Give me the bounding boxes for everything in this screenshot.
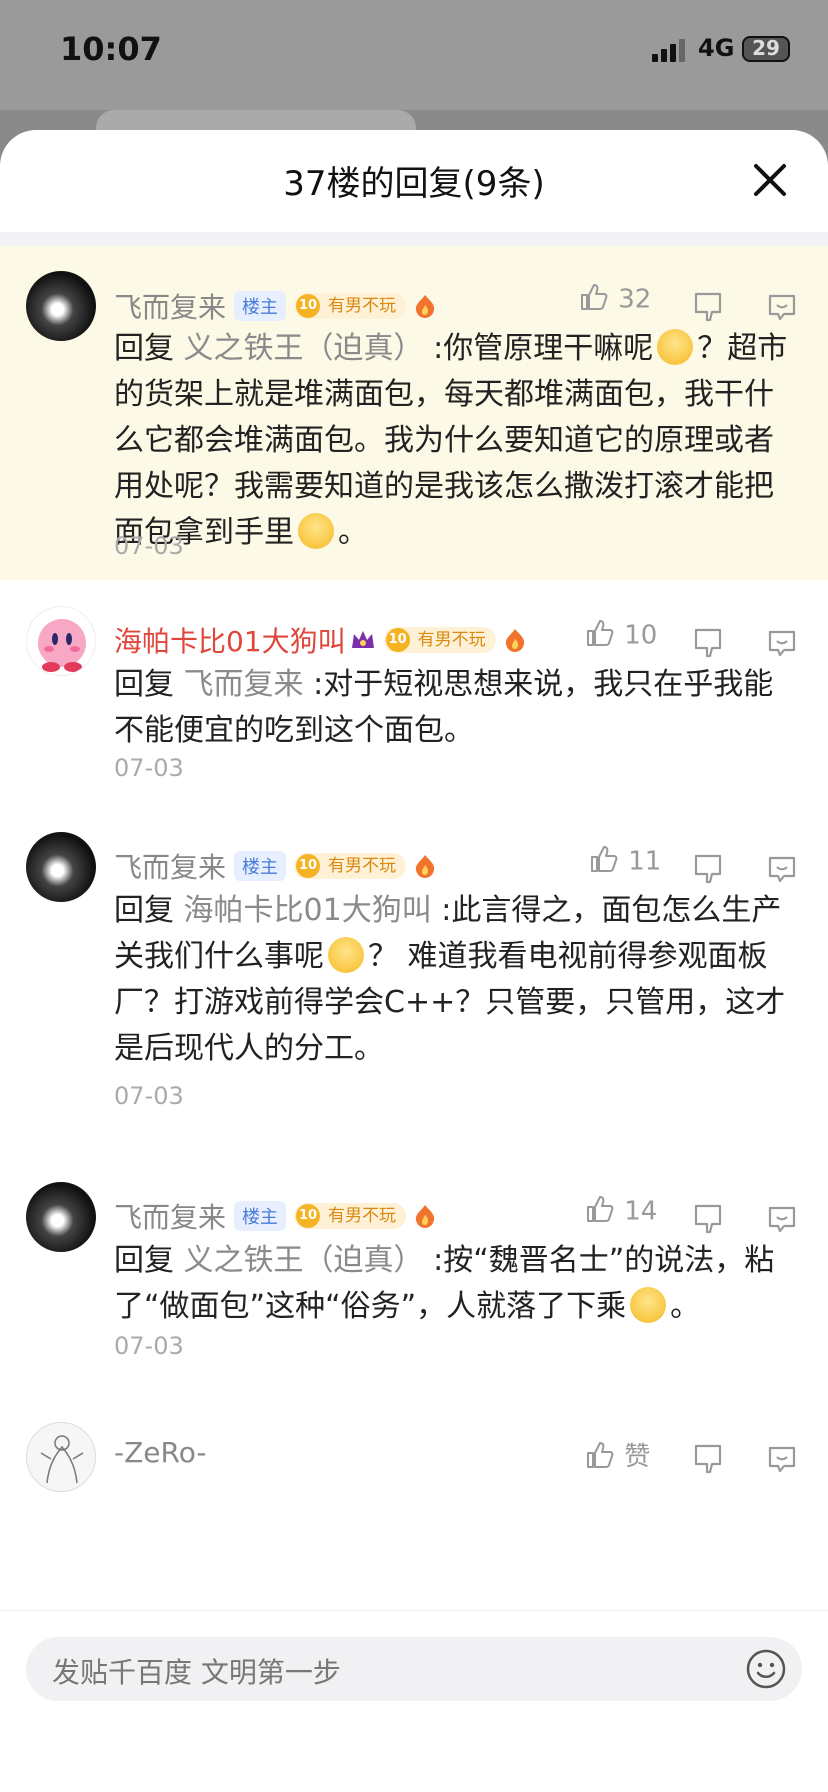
avatar[interactable] — [26, 1182, 96, 1252]
thumbs-up-icon — [587, 620, 614, 646]
avatar[interactable] — [26, 832, 96, 902]
replies-sheet: 37楼的回复(9条) 飞而复来 楼主 10 有男不玩 32 回复 义之铁王（迫真） :… — [0, 130, 828, 1792]
level-title: 有男不玩 — [328, 856, 397, 876]
username[interactable]: 飞而复来 楼主 10 有男不玩 — [114, 286, 438, 326]
sheet-title: 37楼的回复(9条) — [283, 164, 545, 204]
thumbs-up-icon — [591, 846, 618, 872]
signal-icon — [652, 39, 685, 62]
level-title: 有男不玩 — [417, 630, 486, 650]
avatar[interactable] — [26, 606, 96, 676]
battery-level: 29 — [752, 36, 780, 60]
like-button[interactable]: 10 — [584, 620, 657, 652]
comment-item: 海帕卡比01大狗叫 10 有男不玩 10 回复 飞而复来 :对于短视思想来说，我只在… — [0, 590, 828, 810]
smile-emoji-icon — [298, 512, 334, 549]
comment-date: 07-03 — [114, 1332, 184, 1360]
close-icon[interactable] — [748, 158, 792, 202]
reply-input-bar: 发贴千百度 文明第一步 — [0, 1610, 828, 1792]
comment-item: 飞而复来 楼主 10 有男不玩 14 回复 义之铁王（迫真） :按“魏晋名士”的说法，… — [0, 1170, 828, 1400]
comment-icon[interactable] — [766, 1202, 798, 1234]
reply-target[interactable]: 海帕卡比01大狗叫 — [184, 893, 432, 928]
level-badge: 10 有男不玩 — [383, 627, 496, 653]
level-number: 10 — [296, 294, 321, 318]
status-time: 10:07 — [60, 30, 162, 68]
like-count: 赞 — [624, 1442, 651, 1472]
reply-input-placeholder: 发贴千百度 文明第一步 — [52, 1656, 341, 1689]
like-count: 32 — [618, 284, 652, 315]
comment-text: 回复 义之铁王（迫真） :你管原理干嘛呢 ？超市的货架上就是堆满面包，每天都堆满面… — [114, 326, 796, 556]
username[interactable]: -ZeRo- — [114, 1436, 206, 1469]
kirby-avatar-icon — [38, 619, 86, 672]
flame-icon — [415, 855, 435, 878]
emoji-icon[interactable] — [744, 1647, 788, 1691]
thumbs-up-icon — [587, 1196, 614, 1222]
like-count: 10 — [624, 620, 658, 651]
username[interactable]: 海帕卡比01大狗叫 10 有男不玩 — [114, 620, 528, 660]
smile-emoji-icon — [657, 328, 694, 365]
like-button[interactable]: 14 — [584, 1196, 657, 1228]
level-title: 有男不玩 — [328, 1206, 397, 1226]
like-button[interactable]: 32 — [578, 284, 651, 316]
reply-input[interactable]: 发贴千百度 文明第一步 — [26, 1637, 802, 1701]
dislike-icon[interactable] — [692, 290, 724, 322]
sunglasses-emoji-icon — [630, 1286, 667, 1323]
owner-badge: 楼主 — [234, 1201, 287, 1231]
username[interactable]: 飞而复来 楼主 10 有男不玩 — [114, 1196, 438, 1236]
comment-text: 回复 飞而复来 :对于短视思想来说，我只在乎我能不能便宜的吃到这个面包。 — [114, 667, 774, 748]
battery-icon: 29 — [742, 36, 790, 62]
comment-date: 07-03 — [114, 532, 184, 560]
avatar[interactable] — [26, 271, 96, 341]
comment-date: 07-03 — [114, 754, 184, 782]
comment-text: 回复 海帕卡比01大狗叫 :此言得之，面包怎么生产关我们什么事呢？ 难道我看电视… — [114, 893, 786, 1066]
level-number: 10 — [296, 1204, 321, 1228]
avatar[interactable] — [26, 1422, 96, 1492]
like-count: 11 — [628, 846, 662, 877]
owner-badge: 楼主 — [234, 851, 287, 881]
dislike-icon[interactable] — [692, 1202, 724, 1234]
level-number: 10 — [296, 854, 321, 878]
thumbs-up-icon — [587, 1441, 614, 1468]
dislike-icon[interactable] — [692, 626, 724, 658]
comment-item: 飞而复来 楼主 10 有男不玩 11 回复 海帕卡比01大狗叫 :此言得之，面包怎么生… — [0, 820, 828, 1160]
sunglasses-emoji-icon — [328, 936, 364, 973]
level-title: 有男不玩 — [328, 296, 397, 316]
comment-icon[interactable] — [766, 1442, 798, 1474]
owner-badge: 楼主 — [234, 291, 287, 321]
flame-icon — [415, 295, 435, 318]
level-badge: 10 有男不玩 — [294, 293, 407, 319]
level-number: 10 — [385, 628, 410, 652]
level-badge: 10 有男不玩 — [294, 853, 407, 879]
comment-item: -ZeRo- 赞 — [0, 1410, 828, 1610]
dislike-icon[interactable] — [692, 852, 724, 884]
username[interactable]: 飞而复来 楼主 10 有男不玩 — [114, 846, 438, 886]
flame-icon — [505, 629, 524, 652]
comment-icon[interactable] — [766, 290, 798, 322]
network-type: 4G — [698, 34, 735, 62]
reply-target[interactable]: 义之铁王（迫真） — [184, 331, 424, 366]
comment-item: 飞而复来 楼主 10 有男不玩 32 回复 义之铁王（迫真） :你管原理干嘛呢 ？超市的… — [0, 246, 828, 580]
comment-icon[interactable] — [766, 626, 798, 658]
comment-icon[interactable] — [766, 852, 798, 884]
level-badge: 10 有男不玩 — [294, 1203, 407, 1229]
divider — [0, 232, 828, 246]
like-button[interactable]: 赞 — [584, 1436, 650, 1474]
comment-text: 回复 义之铁王（迫真） :按“魏晋名士”的说法，粘了“做面包”这种“俗务”，人就… — [114, 1243, 775, 1324]
reply-target[interactable]: 飞而复来 — [184, 667, 304, 702]
comment-date: 07-03 — [114, 1082, 184, 1110]
flame-icon — [415, 1205, 435, 1228]
like-button[interactable]: 11 — [588, 846, 661, 878]
status-bar: 10:07 4G 29 — [0, 0, 828, 110]
crown-icon — [351, 631, 374, 648]
dislike-icon[interactable] — [692, 1442, 724, 1474]
reply-target[interactable]: 义之铁王（迫真） — [184, 1243, 424, 1278]
thumbs-up-icon — [581, 284, 608, 310]
sketch-avatar-icon — [40, 1435, 84, 1484]
like-count: 14 — [624, 1196, 658, 1227]
